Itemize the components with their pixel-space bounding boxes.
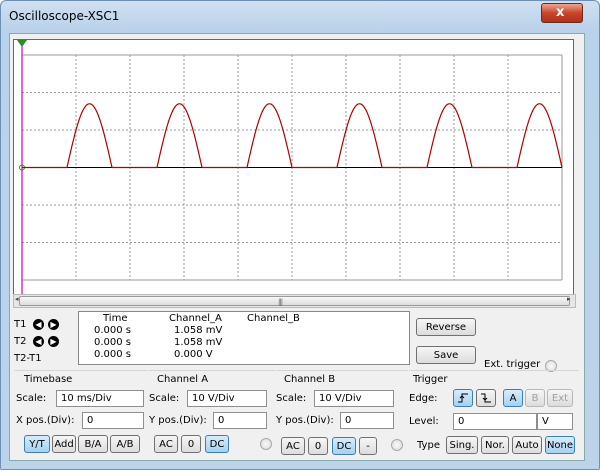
timebase-scale-label: Scale: (16, 393, 47, 404)
mode-add-button[interactable]: Add (52, 435, 76, 453)
channel-b-title: Channel B (284, 374, 336, 385)
trigger-level-label: Level: (409, 416, 439, 427)
reverse-button[interactable]: Reverse (416, 318, 476, 336)
measurement-table: Time Channel_A Channel_B 0.000 s 1.058 m… (78, 311, 410, 365)
mode-yt-button[interactable]: Y/T (24, 435, 50, 453)
channel-b-dc-button[interactable]: DC (332, 437, 356, 455)
time-t2: 0.000 s (94, 337, 132, 348)
trigger-type-single-button[interactable]: Sing. (446, 436, 478, 454)
timebase-xpos-label: X pos.(Div): (16, 415, 75, 426)
title-bar: Oscilloscope-XSC1 x (1, 1, 599, 31)
row-label-t2-t1: T2-T1 (14, 353, 42, 364)
channel-a-title: Channel A (157, 374, 209, 385)
scroll-left-icon[interactable]: ◂ (15, 295, 19, 303)
scroll-thumb[interactable]: ||| (19, 296, 570, 306)
channel-a-zero-button[interactable]: 0 (181, 435, 201, 453)
trigger-title: Trigger (413, 374, 448, 385)
trigger-level-unit[interactable]: V (537, 413, 573, 430)
falling-edge-button[interactable] (476, 389, 496, 407)
trigger-source-b-button[interactable]: B (525, 389, 545, 407)
timebase-scale-field[interactable]: 10 ms/Div (56, 390, 144, 407)
mode-ba-button[interactable]: B/A (78, 435, 108, 453)
save-button[interactable]: Save (416, 346, 476, 364)
channel-a-t2: 1.058 mV (174, 337, 223, 348)
channel-a-dc-button[interactable]: DC (205, 435, 229, 453)
mode-ab-button[interactable]: A/B (110, 435, 140, 453)
time-t1: 0.000 s (94, 325, 132, 336)
oscilloscope-window: Oscilloscope-XSC1 x ◂ ||| ▸ T1 ◀ ▶ T2 ◀ … (0, 0, 600, 470)
trigger-group: Trigger Edge: A B Ext Level: 0 V Type Si… (409, 370, 579, 455)
timebase-group: Timebase Scale: 10 ms/Div X pos.(Div): 0… (14, 370, 148, 455)
channel-b-scale-field[interactable]: 10 V/Div (314, 390, 394, 407)
rising-edge-button[interactable] (453, 389, 473, 407)
cursor-flag-icon (17, 40, 27, 47)
t2-left-arrow-icon[interactable]: ◀ (33, 336, 44, 347)
channel-b-invert-button[interactable]: - (359, 437, 377, 455)
close-icon: x (556, 5, 565, 20)
channel-b-group: Channel B Scale: 10 V/Div Y pos.(Div): 0… (276, 370, 408, 455)
channel-a-t1: 1.058 mV (174, 325, 223, 336)
t1-left-arrow-icon[interactable]: ◀ (33, 319, 44, 330)
time-diff: 0.000 s (94, 349, 132, 360)
scope-display (17, 40, 563, 296)
timebase-xpos-field[interactable]: 0 (82, 412, 144, 429)
trigger-type-none-button[interactable]: None (545, 436, 575, 454)
trigger-edge-label: Edge: (409, 393, 438, 404)
falling-edge-icon (481, 393, 491, 403)
channel-a-diff: 0.000 V (174, 349, 213, 360)
channel-b-scale-label: Scale: (276, 393, 307, 404)
channel-a-ypos-field[interactable]: 0 (213, 412, 267, 429)
row-label-t1: T1 (14, 319, 27, 330)
channel-a-scale-field[interactable]: 10 V/Div (187, 390, 267, 407)
channel-a-ypos-label: Y pos.(Div): (149, 415, 207, 426)
t2-right-arrow-icon[interactable]: ▶ (48, 336, 59, 347)
channel-b-zero-button[interactable]: 0 (308, 437, 328, 455)
col-header-channel-b: Channel_B (247, 313, 300, 324)
channel-b-ac-button[interactable]: AC (281, 437, 305, 455)
grip-icon: ||| (278, 298, 283, 306)
horizontal-scrollbar[interactable]: ◂ ||| ▸ (13, 294, 576, 308)
trigger-type-label: Type (417, 440, 440, 451)
trigger-source-a-button[interactable]: A (503, 389, 523, 407)
channel-a-ac-button[interactable]: AC (154, 435, 178, 453)
channel-b-ypos-field[interactable]: 0 (340, 412, 394, 429)
close-button[interactable]: x (541, 3, 583, 23)
row-label-t2: T2 (14, 336, 27, 347)
trigger-type-auto-button[interactable]: Auto (512, 436, 542, 454)
trigger-type-normal-button[interactable]: Nor. (481, 436, 509, 454)
trigger-level-field[interactable]: 0 (453, 413, 537, 430)
channel-b-terminal[interactable] (391, 439, 403, 451)
client-area: ◂ ||| ▸ T1 ◀ ▶ T2 ◀ ▶ T2-T1 Time Channel… (9, 33, 585, 461)
channel-a-terminal[interactable] (260, 438, 272, 450)
channel-a-group: Channel A Scale: 10 V/Div Y pos.(Div): 0… (149, 370, 275, 455)
window-title: Oscilloscope-XSC1 (9, 9, 120, 23)
channel-b-ypos-label: Y pos.(Div): (276, 415, 334, 426)
scope-screen[interactable] (13, 39, 574, 297)
trigger-source-ext-button[interactable]: Ext (547, 389, 573, 407)
timebase-title: Timebase (24, 374, 73, 385)
rising-edge-icon (458, 393, 468, 403)
t1-right-arrow-icon[interactable]: ▶ (48, 319, 59, 330)
ext-trigger-label: Ext. trigger (484, 359, 541, 370)
col-header-channel-a: Channel_A (169, 313, 222, 324)
col-header-time: Time (103, 313, 128, 324)
channel-a-scale-label: Scale: (149, 393, 180, 404)
scroll-right-icon[interactable]: ▸ (567, 295, 571, 303)
